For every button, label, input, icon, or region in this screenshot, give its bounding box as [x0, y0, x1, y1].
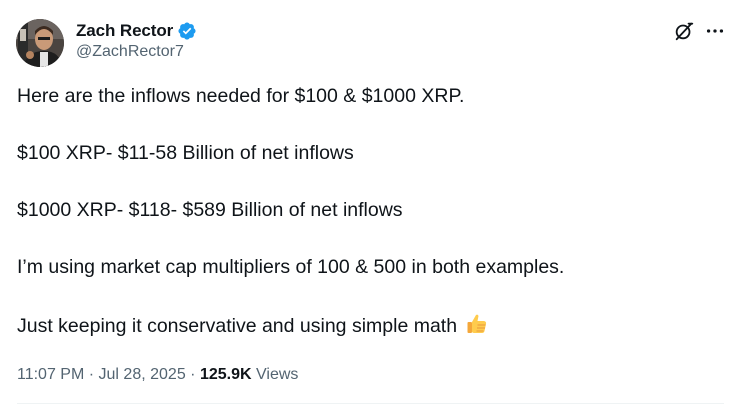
more-icon[interactable] — [704, 20, 726, 42]
tweet-line: I’m using market cap multipliers of 100 … — [17, 256, 565, 278]
display-name[interactable]: Zach Rector — [76, 21, 173, 41]
tweet-meta: 11:07 PM · Jul 28, 2025 · 125.9K Views — [17, 366, 298, 384]
grok-icon[interactable] — [673, 20, 695, 42]
tweet-line: $100 XRP- $11-58 Billion of net inflows — [17, 142, 354, 164]
tweet-card: Zach Rector @ZachRector7 Here are the in… — [0, 0, 741, 409]
timestamp-date[interactable]: Jul 28, 2025 — [99, 366, 186, 383]
avatar[interactable] — [16, 19, 64, 67]
author-info: Zach Rector @ZachRector7 — [76, 20, 197, 61]
tweet-line-last: Just keeping it conservative and using s… — [17, 312, 717, 337]
verified-badge-icon[interactable] — [177, 21, 197, 41]
views-label: Views — [256, 366, 299, 383]
timestamp-time[interactable]: 11:07 PM — [17, 366, 84, 383]
handle[interactable]: @ZachRector7 — [76, 43, 197, 61]
divider — [17, 403, 724, 404]
meta-separator: · — [190, 366, 196, 383]
avatar-photo — [16, 19, 64, 67]
thumbs-up-icon — [465, 312, 489, 342]
tweet-text: Here are the inflows needed for $100 & $… — [17, 84, 717, 337]
display-name-row: Zach Rector — [76, 20, 197, 42]
tweet-line: Here are the inflows needed for $100 & $… — [17, 85, 465, 107]
views-count: 125.9K — [199, 366, 252, 383]
tweet-line: $1000 XRP- $118- $589 Billion of net inf… — [17, 199, 403, 221]
tweet-line-text: Just keeping it conservative and using s… — [17, 315, 458, 337]
meta-separator: · — [88, 366, 95, 383]
